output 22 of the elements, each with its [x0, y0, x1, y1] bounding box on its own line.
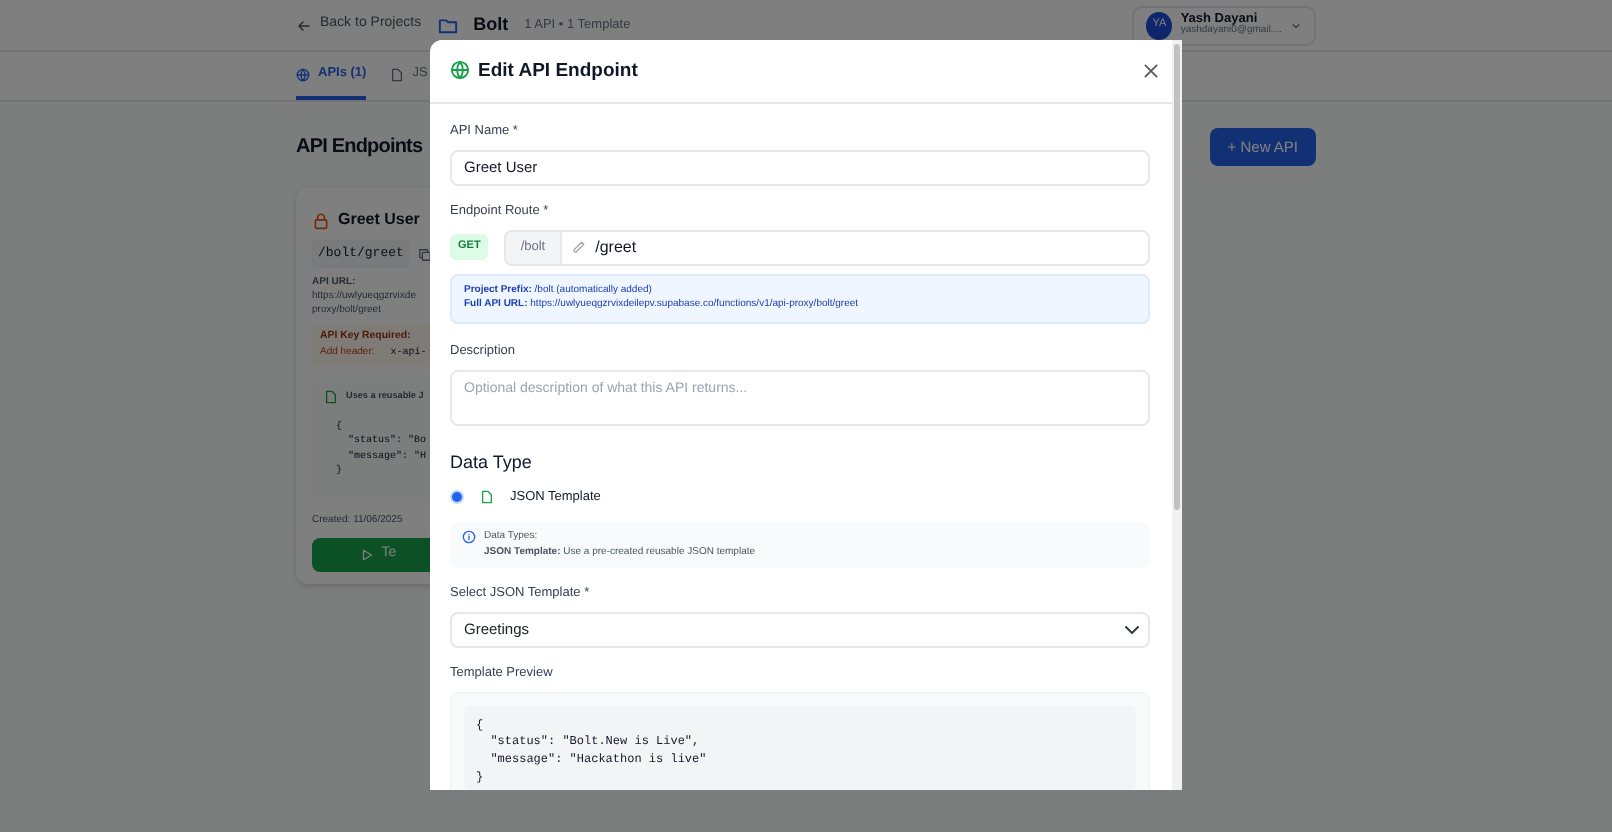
file-icon — [480, 489, 494, 504]
file-icon — [390, 67, 405, 81]
globe-icon — [296, 67, 310, 81]
endpoint-name: Greet User — [338, 208, 420, 233]
globe-icon — [450, 60, 470, 81]
route-field[interactable]: /greet — [559, 229, 1150, 265]
section-heading: Data Type — [450, 451, 534, 474]
lock-icon — [312, 211, 330, 230]
folder-icon — [437, 15, 458, 35]
dialog-title: Edit API Endpoint — [478, 59, 638, 83]
pencil-icon — [571, 240, 586, 254]
close-button[interactable] — [1142, 61, 1162, 81]
project-name: Bolt — [473, 11, 509, 38]
file-icon — [324, 390, 338, 405]
play-icon — [359, 548, 374, 563]
copy-icon — [417, 247, 432, 262]
info-icon — [462, 530, 476, 545]
page-title: API Endpoints — [296, 135, 423, 160]
scrollbar[interactable] — [1172, 40, 1182, 790]
back-arrow-icon — [296, 17, 312, 33]
radio-button[interactable] — [450, 489, 464, 504]
chevron-down-icon — [1290, 19, 1302, 31]
